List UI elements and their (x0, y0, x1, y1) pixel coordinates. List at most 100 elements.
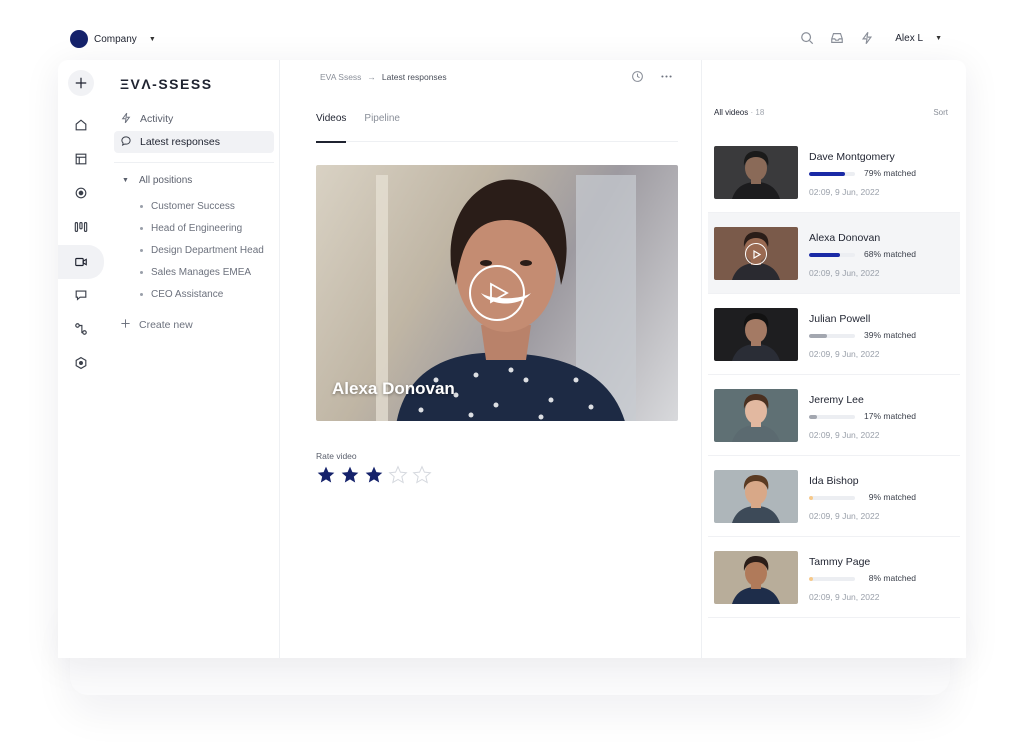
video-list-item[interactable]: Dave Montgomery 79% matched 02:09, 9 Jun, … (708, 132, 960, 213)
lightning-icon (120, 112, 132, 127)
play-button[interactable] (469, 265, 525, 321)
plus-icon[interactable] (68, 70, 94, 96)
video-list-item[interactable]: Alexa Donovan 68% matched 02:09, 9 Jun, 20… (708, 213, 960, 294)
video-candidate-name: Alexa Donovan (332, 379, 455, 398)
star-rating (316, 465, 432, 485)
list-header: All videos · 18 (714, 108, 764, 117)
position-item[interactable]: Sales Manages EMEA (140, 261, 280, 283)
match-progress-bar (809, 415, 855, 419)
video-timestamp: 02:09, 9 Jun, 2022 (809, 187, 880, 197)
position-label: Customer Success (151, 200, 235, 212)
star-filled-icon[interactable] (364, 465, 384, 485)
video-timestamp: 02:09, 9 Jun, 2022 (809, 349, 880, 359)
video-icon[interactable] (58, 245, 104, 279)
match-text: 9% matched (868, 492, 916, 502)
tab-pipeline[interactable]: Pipeline (364, 112, 400, 142)
video-timestamp: 02:09, 9 Jun, 2022 (809, 268, 880, 278)
create-new-button[interactable]: Create new (120, 318, 193, 332)
app-window: ΞVΛ-SSESS Activity Latest responses ▼ Al… (58, 60, 966, 658)
sidebar-item-latest-responses[interactable]: Latest responses (114, 131, 274, 153)
video-list-item[interactable]: Jeremy Lee 17% matched 02:09, 9 Jun, 2022 (708, 375, 960, 456)
video-list-item[interactable]: Tammy Page 8% matched 02:09, 9 Jun, 2022 (708, 537, 960, 618)
star-filled-icon[interactable] (316, 465, 336, 485)
candidate-name: Julian Powell (809, 313, 871, 325)
bullet (140, 226, 143, 230)
user-menu[interactable]: Alex L ▼ (895, 33, 942, 44)
position-item[interactable]: Head of Engineering (140, 217, 280, 239)
sidebar: ΞVΛ-SSESS Activity Latest responses ▼ Al… (104, 60, 280, 658)
main-panel: EVA Ssess → Latest responses Videos Pipe… (280, 60, 702, 658)
clock-icon[interactable] (631, 70, 644, 88)
match-progress-fill (809, 334, 827, 338)
video-player[interactable]: Alexa Donovan (316, 165, 678, 421)
match-text: 68% matched (864, 249, 916, 259)
chat-icon[interactable] (68, 282, 94, 308)
candidate-name: Alexa Donovan (809, 232, 881, 244)
bullet (140, 248, 143, 252)
list-count: · 18 (750, 108, 765, 117)
video-list-panel: All videos · 18 Sort Dave Montgomery 79% … (702, 60, 966, 658)
video-thumbnail[interactable] (714, 146, 798, 199)
video-thumbnail[interactable] (714, 470, 798, 523)
caret-down-icon: ▼ (122, 177, 129, 184)
rate-label: Rate video (316, 451, 357, 461)
home-icon[interactable] (68, 112, 94, 138)
arrow-right-icon: → (367, 72, 376, 82)
positions-label: All positions (138, 175, 193, 186)
position-label: Sales Manages EMEA (151, 266, 252, 278)
match-text: 79% matched (864, 168, 916, 178)
breadcrumb-current: Latest responses (381, 72, 447, 82)
candidate-name: Jeremy Lee (809, 394, 864, 406)
star-empty-icon[interactable] (388, 465, 408, 485)
match-progress-bar (809, 253, 855, 257)
candidate-name: Ida Bishop (809, 475, 859, 487)
play-icon[interactable] (745, 243, 767, 265)
position-item[interactable]: Design Department Head (140, 239, 280, 261)
video-timestamp: 02:09, 9 Jun, 2022 (809, 511, 880, 521)
position-label: Head of Engineering (151, 222, 243, 234)
chevron-down-icon: ▼ (148, 35, 156, 43)
breadcrumb-root[interactable]: EVA Ssess (320, 72, 361, 82)
tab-videos[interactable]: Videos (316, 112, 347, 143)
star-empty-icon[interactable] (412, 465, 432, 485)
app-logo: ΞVΛ-SSESS (120, 76, 213, 92)
icon-rail (58, 60, 104, 658)
compass-icon[interactable] (68, 180, 94, 206)
match-progress-fill (809, 415, 817, 419)
top-bar: Company ▼ Alex L ▼ (70, 30, 942, 50)
hexagon-icon[interactable] (68, 350, 94, 376)
position-item[interactable]: Customer Success (140, 195, 280, 217)
create-new-label: Create new (139, 319, 193, 331)
inbox-icon[interactable] (829, 30, 845, 46)
lightning-icon[interactable] (859, 30, 875, 46)
match-progress-bar (809, 577, 855, 581)
workflow-icon[interactable] (68, 316, 94, 342)
sort-button[interactable]: Sort (933, 108, 948, 117)
bullet (140, 270, 143, 274)
main-actions (631, 70, 673, 88)
more-icon[interactable] (660, 70, 673, 88)
search-icon[interactable] (799, 30, 815, 46)
video-thumbnail[interactable] (714, 551, 798, 604)
user-name: Alex L (895, 32, 924, 44)
match-text: 39% matched (864, 330, 916, 340)
star-filled-icon[interactable] (340, 465, 360, 485)
sidebar-item-activity[interactable]: Activity (114, 108, 274, 130)
positions-toggle[interactable]: ▼ All positions (122, 175, 192, 186)
sidebar-item-label: Latest responses (140, 136, 220, 148)
match-progress-fill (809, 172, 846, 176)
position-item[interactable]: CEO Assistance (140, 283, 280, 305)
video-list-item[interactable]: Julian Powell 39% matched 02:09, 9 Jun, 20… (708, 294, 960, 375)
company-switcher[interactable]: Company ▼ (70, 30, 156, 48)
top-actions: Alex L ▼ (799, 30, 942, 46)
columns-icon[interactable] (68, 214, 94, 240)
video-list-item[interactable]: Ida Bishop 9% matched 02:09, 9 Jun, 2022 (708, 456, 960, 537)
match-progress-fill (809, 496, 814, 500)
video-thumbnail[interactable] (714, 308, 798, 361)
position-label: Design Department Head (151, 244, 264, 256)
video-thumbnail[interactable] (714, 227, 798, 280)
video-timestamp: 02:09, 9 Jun, 2022 (809, 592, 880, 602)
video-thumbnail[interactable] (714, 389, 798, 442)
layout-icon[interactable] (68, 146, 94, 172)
match-progress-fill (809, 577, 813, 581)
